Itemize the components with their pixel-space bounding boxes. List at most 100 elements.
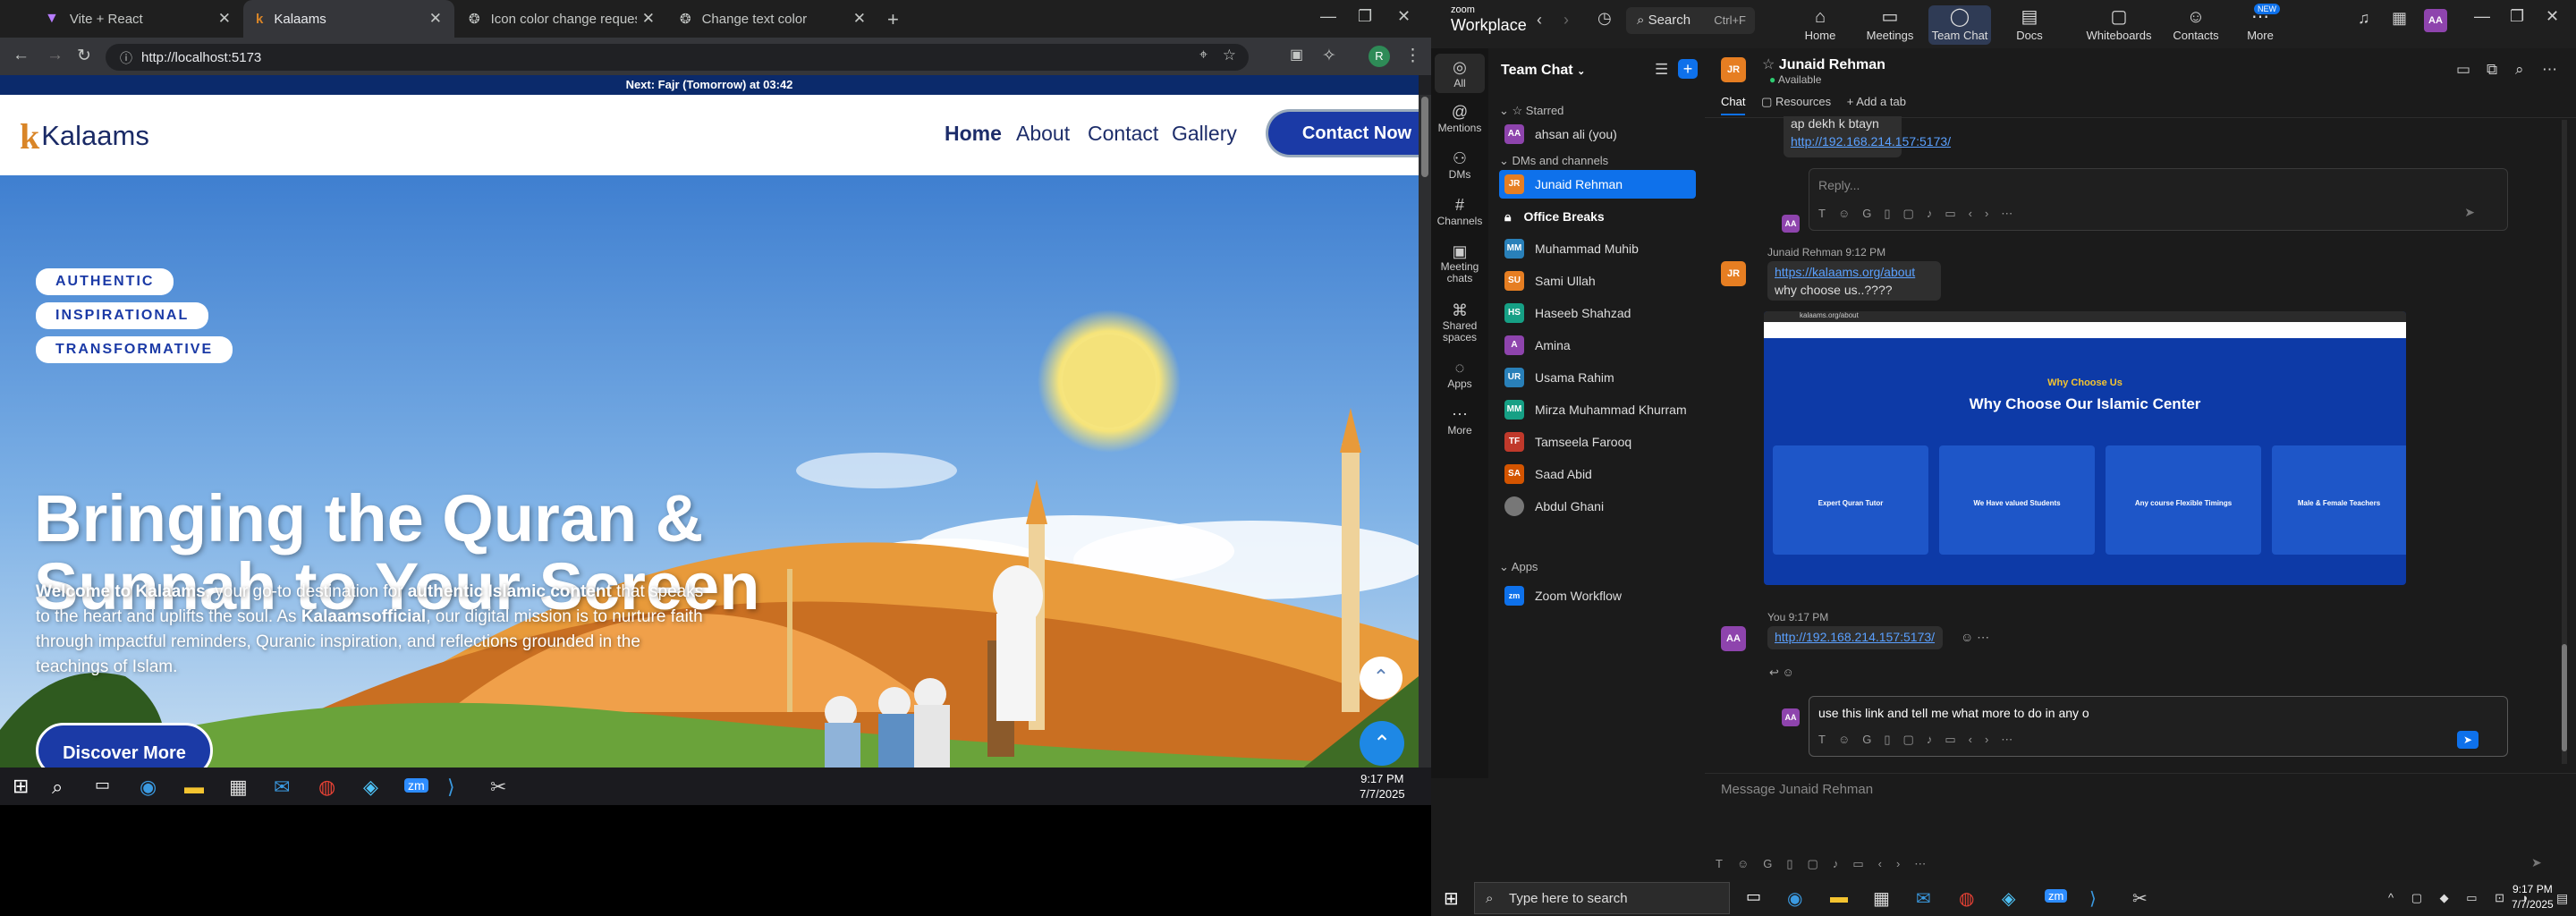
mic-icon[interactable]: ♪	[1927, 207, 1945, 220]
draft-text[interactable]: use this link and tell me what more to d…	[1818, 706, 2089, 720]
forward-nav-icon[interactable]: ›	[1563, 11, 1569, 30]
clock-left[interactable]: 9:17 PM 7/7/2025	[1360, 771, 1405, 802]
task-view-icon[interactable]: ▭	[1746, 887, 1761, 906]
file-explorer-icon[interactable]: ▬	[1830, 887, 1848, 908]
rail-channels[interactable]: # Channels	[1431, 195, 1488, 227]
bookmark-star-icon[interactable]: ☆	[1223, 47, 1236, 64]
chat-item-saad[interactable]: SA Saad Abid	[1499, 460, 1696, 488]
format-icon[interactable]: T	[1716, 857, 1737, 870]
chat-item-abdul-ghani[interactable]: Abdul Ghani	[1499, 492, 1696, 521]
message-link[interactable]: http://192.168.214.157:5173/	[1791, 134, 1951, 148]
chrome-menu-icon[interactable]: ⋮	[1404, 46, 1421, 66]
app-icon[interactable]: ◈	[363, 776, 378, 799]
avatar[interactable]: JR	[1721, 57, 1746, 82]
nav-gallery[interactable]: Gallery	[1172, 122, 1237, 146]
vscode-icon[interactable]: ⟩	[447, 776, 455, 799]
section-starred[interactable]: ⌄ ☆ Starred	[1499, 104, 1563, 118]
gif-icon[interactable]: G	[1763, 857, 1786, 870]
more-icon[interactable]: ⋯	[2001, 207, 2025, 220]
notification-center-icon[interactable]: ▤	[2556, 891, 2568, 906]
calendar-icon[interactable]: ▦	[2392, 9, 2407, 28]
top-tab-team-chat[interactable]: ◯ Team Chat	[1928, 5, 1991, 45]
team-chat-title[interactable]: Team Chat ⌄	[1501, 63, 1585, 79]
screen-share-icon[interactable]: ⧉	[2487, 61, 2497, 79]
location-icon[interactable]: ⌖	[1199, 47, 1208, 64]
zoom-app-icon[interactable]: zm	[404, 778, 428, 793]
top-tab-docs[interactable]: ▤ Docs	[1998, 5, 2061, 42]
send-icon[interactable]: ➤	[2464, 205, 2475, 220]
address-bar[interactable]: ⓘ http://localhost:5173 ⌖ ☆	[106, 44, 1249, 71]
draft-reply-box[interactable]: use this link and tell me what more to d…	[1809, 696, 2508, 757]
taskbar-search-input[interactable]: ⌕ Type here to search	[1474, 882, 1730, 914]
top-tab-whiteboards[interactable]: ▢ Whiteboards	[2080, 5, 2157, 42]
chrome-icon[interactable]: ◍	[1959, 887, 1974, 910]
snipping-tool-icon[interactable]: ✂	[2132, 887, 2148, 910]
search-icon[interactable]: ⌕	[2515, 61, 2524, 79]
format-icon[interactable]: T	[1818, 733, 1838, 746]
back-nav-icon[interactable]: ‹	[1537, 11, 1542, 30]
windows-start-icon[interactable]: ⊞	[13, 775, 29, 798]
chrome-icon[interactable]: ◍	[318, 776, 335, 799]
new-chat-plus-icon[interactable]: +	[1678, 59, 1698, 79]
close-tab-icon[interactable]: ✕	[853, 10, 866, 28]
nav-home[interactable]: Home	[945, 122, 1002, 146]
close-tab-icon[interactable]: ✕	[429, 10, 442, 28]
search-icon[interactable]: ⌕	[52, 776, 63, 799]
code-icon[interactable]: ‹›	[1878, 857, 1915, 870]
mic-icon[interactable]: ♪	[1927, 733, 1945, 746]
screenshot-icon[interactable]: ▢	[1903, 207, 1927, 220]
new-tab-icon[interactable]: +	[887, 8, 899, 31]
close-tab-icon[interactable]: ✕	[642, 10, 655, 28]
chat-item-ahsan[interactable]: AA ahsan ali (you)	[1499, 120, 1696, 148]
user-avatar[interactable]: AA	[2424, 9, 2447, 32]
chat-item-junaid[interactable]: JR Junaid Rehman	[1499, 170, 1696, 199]
reaction-icon[interactable]: ☺ ⋯	[1961, 630, 1989, 645]
edge-icon[interactable]: ◉	[1787, 887, 1802, 910]
reload-icon[interactable]: ↻	[77, 46, 91, 66]
format-icon[interactable]: T	[1818, 207, 1838, 220]
chat-title[interactable]: ☆ Junaid Rehman	[1762, 55, 1885, 73]
back-icon[interactable]: ←	[13, 46, 30, 65]
chat-item-amina[interactable]: A Amina	[1499, 331, 1696, 360]
scroll-top-alt-button[interactable]: ⌃	[1360, 657, 1402, 700]
message-link[interactable]: http://192.168.214.157:5173/	[1775, 630, 1935, 644]
gif-icon[interactable]: G	[1862, 733, 1884, 746]
maximize-icon[interactable]: ❐	[2510, 7, 2524, 26]
top-tab-meetings[interactable]: ▭ Meetings	[1859, 5, 1921, 42]
reply-thread-icon[interactable]: ↩ ☺	[1769, 666, 1794, 680]
emoji-icon[interactable]: ☺	[1838, 207, 1862, 220]
gif-icon[interactable]: G	[1862, 207, 1884, 220]
forward-icon[interactable]: →	[47, 46, 64, 65]
file-icon[interactable]: ▯	[1884, 733, 1902, 746]
zoom-search-input[interactable]: ⌕ Search Ctrl+F	[1626, 7, 1755, 34]
rail-apps[interactable]: ◌ Apps	[1431, 358, 1488, 390]
app-icon[interactable]: ◈	[2002, 887, 2015, 910]
video-msg-icon[interactable]: ▭	[1945, 207, 1968, 220]
close-window-icon[interactable]: ✕	[1397, 7, 1411, 26]
snipping-tool-icon[interactable]: ✂	[490, 776, 506, 799]
windows-start-icon[interactable]: ⊞	[1444, 887, 1459, 910]
message-link[interactable]: https://kalaams.org/about	[1775, 265, 1915, 279]
tab-chat[interactable]: Chat	[1721, 95, 1746, 115]
emoji-icon[interactable]: ☺	[1838, 733, 1862, 746]
site-info-icon[interactable]: ⓘ	[120, 49, 132, 67]
page-scrollbar-thumb[interactable]	[1421, 97, 1428, 177]
task-view-icon[interactable]: ▭	[95, 776, 110, 794]
vscode-icon[interactable]: ⟩	[2089, 887, 2097, 910]
file-icon[interactable]: ▯	[1884, 207, 1902, 220]
chat-item-tamseela[interactable]: TF Tamseela Farooq	[1499, 428, 1696, 456]
nav-contact[interactable]: Contact	[1088, 122, 1158, 146]
more-options-icon[interactable]: ⋯	[2542, 61, 2557, 79]
store-icon[interactable]: ▦	[229, 776, 248, 799]
notifications-bell-icon[interactable]: ♫	[2358, 9, 2370, 28]
screenshot-icon[interactable]: ▢	[1808, 857, 1833, 870]
screenshot-icon[interactable]: ▢	[1903, 733, 1927, 746]
emoji-icon[interactable]: ☺	[1737, 857, 1763, 870]
nav-about[interactable]: About	[1016, 122, 1070, 146]
rail-mentions[interactable]: @ Mentions	[1431, 102, 1488, 134]
tab-add[interactable]: + Add a tab	[1847, 95, 1906, 108]
mail-icon[interactable]: ✉	[274, 776, 290, 799]
star-icon[interactable]: ☆	[1762, 57, 1779, 72]
chat-item-zoom-workflow[interactable]: zm Zoom Workflow	[1499, 581, 1696, 610]
tab-vite[interactable]: ▼ Vite + React ✕	[32, 0, 243, 38]
